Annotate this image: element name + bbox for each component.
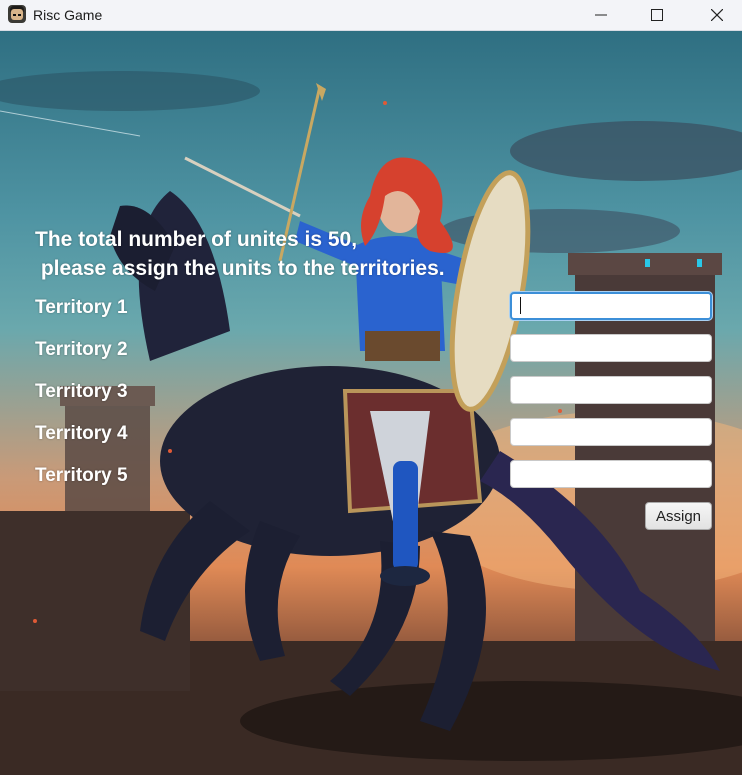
close-button[interactable] <box>694 0 740 30</box>
window-title-bar: Risc Game <box>0 0 742 31</box>
territory-1-label: Territory 1 <box>35 297 128 318</box>
app-icon <box>8 5 26 23</box>
close-icon <box>711 9 723 21</box>
territory-4-input[interactable] <box>510 418 712 446</box>
instruction-heading: The total number of unites is 50, please… <box>35 228 445 280</box>
minimize-button[interactable] <box>578 0 624 30</box>
territory-1-input[interactable] <box>510 292 712 320</box>
territory-4-label: Territory 4 <box>35 423 128 444</box>
text-caret <box>520 297 521 314</box>
territory-2-input[interactable] <box>510 334 712 362</box>
territory-5-input[interactable] <box>510 460 712 488</box>
maximize-button[interactable] <box>634 0 680 30</box>
territory-3-label: Territory 3 <box>35 381 128 402</box>
territory-3-input[interactable] <box>510 376 712 404</box>
window-title: Risc Game <box>33 7 103 23</box>
territory-5-label: Territory 5 <box>35 465 128 486</box>
maximize-icon <box>651 9 663 21</box>
territory-2-label: Territory 2 <box>35 339 128 360</box>
assign-button[interactable]: Assign <box>645 502 712 530</box>
minimize-icon <box>595 14 607 16</box>
